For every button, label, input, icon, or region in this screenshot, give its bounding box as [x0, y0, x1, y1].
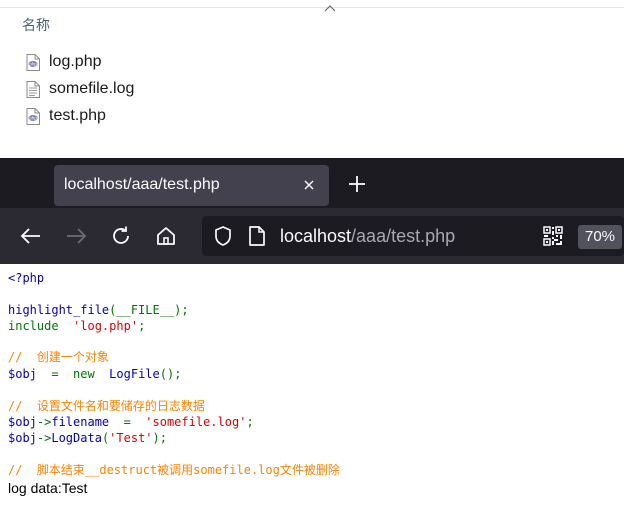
file-name: log.php — [49, 53, 102, 70]
code-token: 'Test' — [109, 431, 153, 445]
svg-text:php: php — [29, 115, 37, 120]
close-icon[interactable] — [302, 178, 316, 192]
page-icon[interactable] — [248, 225, 266, 247]
code-token: filename — [51, 415, 110, 429]
code-token: $obj — [8, 367, 37, 381]
code-token: highlight_file — [8, 303, 110, 317]
url-text[interactable]: localhost/aaa/test.php — [280, 226, 455, 247]
zoom-level-button[interactable]: 70% — [578, 225, 622, 249]
code-comment: // 创建一个对象 — [8, 350, 109, 364]
code-line-comment-destruct: // 脚本结束__destruct被调用somefile.log文件被删除 — [8, 462, 340, 478]
home-icon[interactable] — [154, 224, 178, 248]
php-file-icon: php — [26, 53, 40, 71]
code-line-include: include 'log.php'; — [8, 319, 146, 333]
code-token: new — [73, 367, 95, 381]
php-file-icon: php — [26, 107, 40, 125]
code-comment: // 脚本结束__destruct被调用somefile.log文件被删除 — [8, 463, 340, 477]
url-host: localhost — [280, 226, 352, 246]
tab-strip: localhost/aaa/test.php — [0, 158, 624, 208]
svg-text:php: php — [29, 61, 37, 66]
qr-code-icon[interactable] — [543, 226, 563, 246]
reload-icon[interactable] — [109, 224, 133, 248]
code-line-highlight: highlight_file(__FILE__); — [8, 302, 189, 318]
code-token: LogData — [51, 431, 102, 445]
forward-arrow-icon[interactable] — [64, 224, 88, 248]
new-tab-icon[interactable] — [348, 175, 366, 193]
code-token: $obj — [8, 415, 37, 429]
header-divider — [0, 7, 624, 8]
code-token: include — [8, 319, 59, 333]
url-bar[interactable]: localhost/aaa/test.php — [202, 216, 624, 256]
code-line-open-tag: <?php — [8, 270, 44, 286]
file-explorer: 名称 php log.php somefile.log php test.php — [0, 0, 624, 158]
code-line-comment-set: // 设置文件名和要储存的日志数据 — [8, 398, 205, 414]
code-token: LogFile — [109, 367, 160, 381]
code-token: $obj — [8, 431, 37, 445]
code-line-comment-create: // 创建一个对象 — [8, 349, 109, 365]
file-name: somefile.log — [49, 80, 135, 97]
code-line-new-logfile: $obj = new LogFile(); — [8, 367, 182, 381]
code-line-logdata: $obj->LogData('Test'); — [8, 431, 167, 445]
code-line-filename: $obj->filename = 'somefile.log'; — [8, 415, 254, 429]
page-content: <?php highlight_file(__FILE__); include … — [0, 264, 624, 532]
file-item-log-php[interactable]: php log.php — [26, 51, 102, 73]
code-token: (__FILE__); — [109, 303, 189, 317]
file-item-test-php[interactable]: php test.php — [26, 105, 106, 127]
sort-ascending-icon[interactable] — [324, 4, 336, 12]
tab-title: localhost/aaa/test.php — [64, 176, 220, 193]
file-item-somefile-log[interactable]: somefile.log — [26, 78, 134, 100]
shield-icon[interactable] — [212, 225, 234, 247]
code-token: 'somefile.log' — [145, 415, 247, 429]
code-token: <?php — [8, 271, 45, 285]
nav-toolbar: localhost/aaa/test.php — [0, 208, 624, 264]
column-header-name[interactable]: 名称 — [22, 15, 50, 35]
code-token: = — [36, 367, 74, 381]
tab-active[interactable]: localhost/aaa/test.php — [54, 165, 329, 206]
code-token: 'log.php' — [73, 319, 139, 333]
script-output: log data:Test — [8, 480, 88, 496]
url-path: /aaa/test.php — [351, 226, 456, 246]
code-comment: // 设置文件名和要储存的日志数据 — [8, 399, 205, 413]
text-file-icon — [26, 80, 40, 98]
file-name: test.php — [49, 107, 106, 124]
back-arrow-icon[interactable] — [19, 224, 43, 248]
